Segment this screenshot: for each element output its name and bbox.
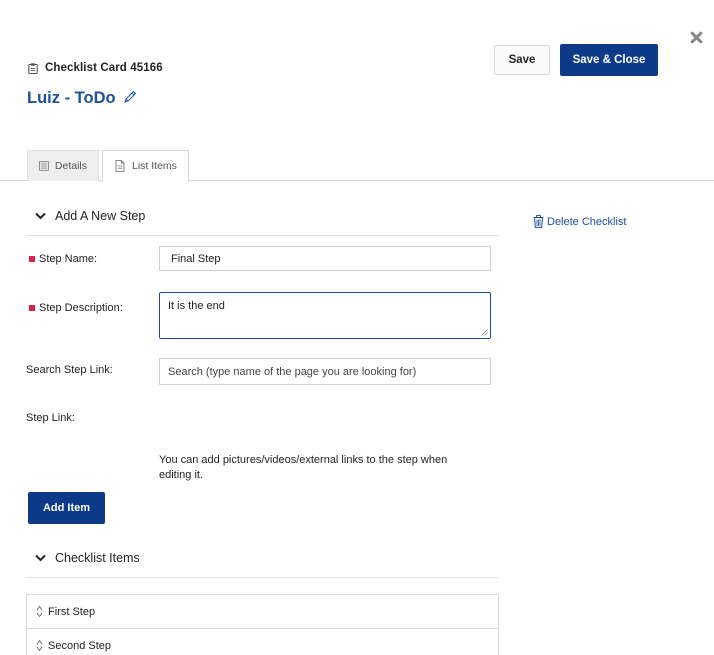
delete-checklist-link[interactable]: Delete Checklist xyxy=(533,215,626,228)
close-icon[interactable] xyxy=(686,28,706,48)
card-title: Luiz - ToDo xyxy=(27,89,138,108)
step-description-value: It is the end xyxy=(168,300,225,312)
tab-bar: Details List Items xyxy=(0,148,714,182)
delete-checklist-label: Delete Checklist xyxy=(547,215,627,228)
details-icon xyxy=(39,161,49,171)
tab-list-items-label: List Items xyxy=(132,160,177,172)
search-link-label: Search Step Link: xyxy=(26,364,113,376)
search-link-input[interactable]: Search (type name of the page you are lo… xyxy=(159,358,491,385)
checklist-item-row[interactable]: Second Step xyxy=(26,628,499,655)
checklist-item-label: Second Step xyxy=(48,639,111,652)
search-link-placeholder: Search (type name of the page you are lo… xyxy=(168,365,417,378)
required-marker xyxy=(29,305,35,311)
tab-list-items[interactable]: List Items xyxy=(102,150,189,182)
step-name-value: Final Step xyxy=(171,252,221,265)
chevron-down-icon xyxy=(35,554,46,562)
step-description-textarea[interactable]: It is the end xyxy=(159,292,491,339)
step-link-label: Step Link: xyxy=(26,412,75,424)
search-link-label-text: Search Step Link: xyxy=(26,364,113,376)
sort-handle-icon[interactable] xyxy=(36,605,43,618)
pencil-icon[interactable] xyxy=(122,89,138,105)
trash-icon xyxy=(533,215,544,228)
tab-details-label: Details xyxy=(54,160,87,172)
section-divider xyxy=(26,235,499,236)
card-type-label: Checklist Card 45166 xyxy=(45,62,163,74)
add-step-section-title: Add A New Step xyxy=(55,209,146,223)
chevron-down-icon xyxy=(35,212,46,220)
section-divider xyxy=(26,577,499,578)
save-button[interactable]: Save xyxy=(494,45,550,75)
checklist-item-label: First Step xyxy=(48,605,96,618)
step-name-label: Step Name: xyxy=(29,253,97,265)
card-type-header: Checklist Card 45166 xyxy=(28,62,163,74)
checklist-items-section-title: Checklist Items xyxy=(55,551,140,565)
step-description-label: Step Description: xyxy=(29,302,123,314)
card-title-text: Luiz - ToDo xyxy=(27,89,116,107)
resize-grip-icon[interactable] xyxy=(481,329,488,336)
document-icon xyxy=(115,160,125,172)
add-item-button[interactable]: Add Item xyxy=(28,492,105,524)
clipboard-icon xyxy=(28,62,38,74)
step-name-input[interactable]: Final Step xyxy=(159,246,491,271)
sort-handle-icon[interactable] xyxy=(36,639,43,652)
checklist-items-section-toggle[interactable]: Checklist Items xyxy=(35,551,140,565)
step-link-help-text: You can add pictures/videos/external lin… xyxy=(159,454,448,481)
step-link-label-text: Step Link: xyxy=(26,412,75,424)
add-step-section-toggle[interactable]: Add A New Step xyxy=(35,209,145,223)
step-name-label-text: Step Name: xyxy=(39,253,98,265)
step-description-label-text: Step Description: xyxy=(39,302,123,314)
checklist-item-row[interactable]: First Step xyxy=(26,594,499,629)
save-close-button[interactable]: Save & Close xyxy=(560,44,658,76)
required-marker xyxy=(29,256,35,262)
tab-details[interactable]: Details xyxy=(27,150,99,181)
